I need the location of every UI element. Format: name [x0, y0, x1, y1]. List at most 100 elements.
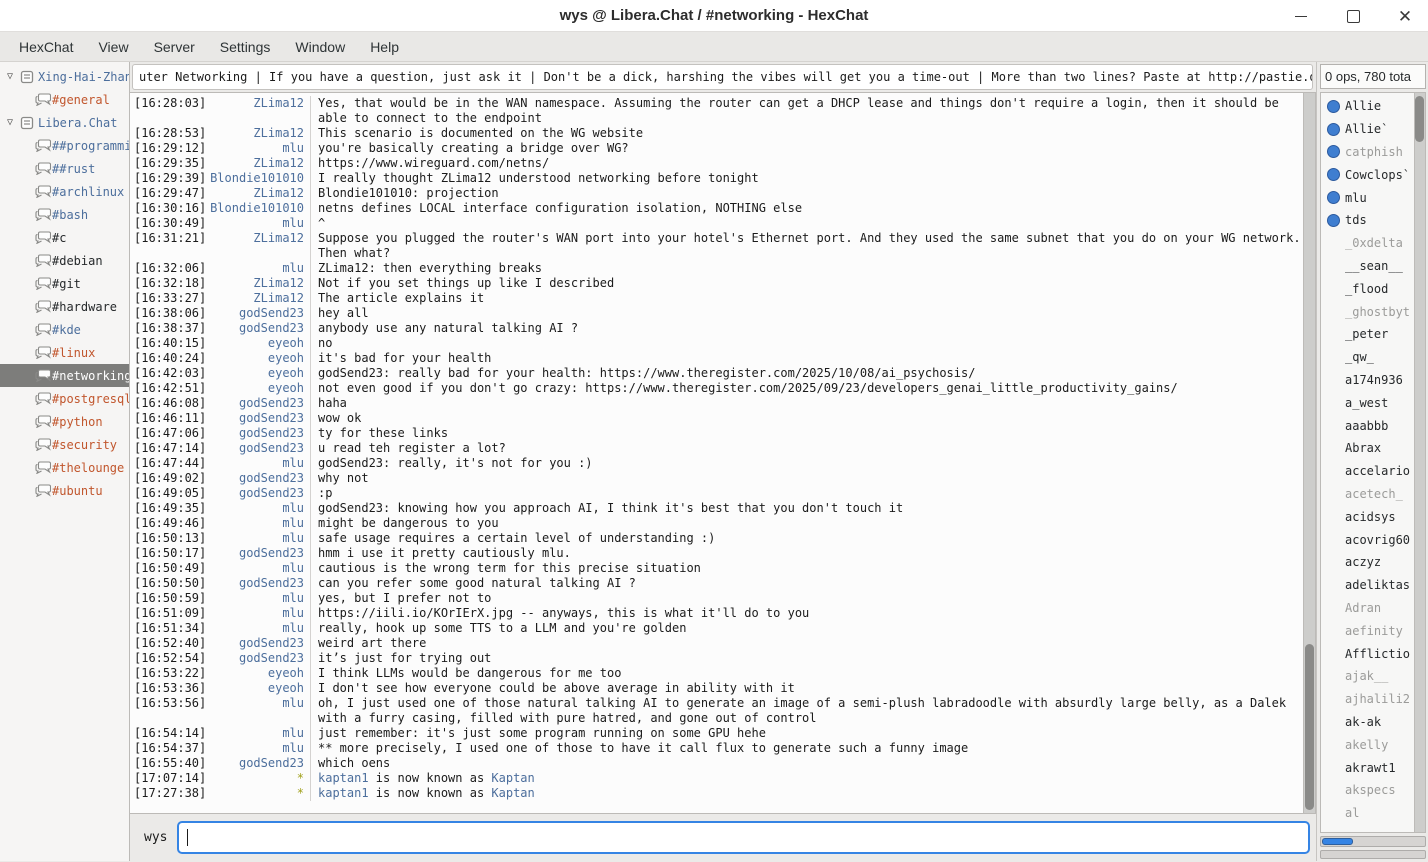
- user-row--qw-[interactable]: _qw_: [1321, 346, 1414, 369]
- user-row-ajak-[interactable]: ajak__: [1321, 665, 1414, 688]
- user-row-a174n936[interactable]: a174n936: [1321, 369, 1414, 392]
- nick[interactable]: eyeoh: [206, 666, 310, 681]
- user-row-aefinity[interactable]: aefinity: [1321, 619, 1414, 642]
- nick[interactable]: godSend23: [206, 426, 310, 441]
- nick-link[interactable]: kaptan1: [318, 786, 376, 800]
- nick[interactable]: ZLima12: [206, 276, 310, 291]
- user-row--0xdelta[interactable]: _0xdelta: [1321, 232, 1414, 255]
- tree-item--hardware[interactable]: #hardware: [0, 295, 129, 318]
- nick[interactable]: godSend23: [206, 396, 310, 411]
- menu-view[interactable]: View: [89, 35, 137, 59]
- user-row-ajhalili2[interactable]: ajhalili2: [1321, 688, 1414, 711]
- nick-link[interactable]: Kaptan: [491, 786, 534, 800]
- user-row--flood[interactable]: _flood: [1321, 277, 1414, 300]
- tree-item--thelounge[interactable]: #thelounge: [0, 456, 129, 479]
- nick[interactable]: godSend23: [206, 486, 310, 501]
- tree-item--networking[interactable]: #networking: [0, 364, 129, 387]
- nick[interactable]: ZLima12: [206, 96, 310, 126]
- user-row-tds[interactable]: tds: [1321, 209, 1414, 232]
- nick[interactable]: mlu: [206, 741, 310, 756]
- nick[interactable]: eyeoh: [206, 681, 310, 696]
- nick[interactable]: mlu: [206, 591, 310, 606]
- nick[interactable]: ZLima12: [206, 291, 310, 306]
- user-row-acidsys[interactable]: acidsys: [1321, 505, 1414, 528]
- tree-item--kde[interactable]: #kde: [0, 318, 129, 341]
- user-row-accelario[interactable]: accelario: [1321, 460, 1414, 483]
- nick[interactable]: godSend23: [206, 306, 310, 321]
- menu-hexchat[interactable]: HexChat: [10, 35, 82, 59]
- nick[interactable]: godSend23: [206, 411, 310, 426]
- nick[interactable]: Blondie101010: [206, 201, 310, 216]
- menu-help[interactable]: Help: [361, 35, 408, 59]
- user-row-allie-[interactable]: Allie`: [1321, 118, 1414, 141]
- tree-item-xing-hai-zhan[interactable]: ▽Xing-Hai-Zhan: [0, 65, 129, 88]
- nick[interactable]: eyeoh: [206, 366, 310, 381]
- nick[interactable]: godSend23: [206, 471, 310, 486]
- nick[interactable]: ZLima12: [206, 186, 310, 201]
- nick[interactable]: ZLima12: [206, 126, 310, 141]
- tree-item--python[interactable]: #python: [0, 410, 129, 433]
- nick-link[interactable]: kaptan1: [318, 771, 376, 785]
- nick[interactable]: mlu: [206, 456, 310, 471]
- tree-item--debian[interactable]: #debian: [0, 249, 129, 272]
- nick[interactable]: eyeoh: [206, 336, 310, 351]
- message-input[interactable]: [177, 821, 1310, 854]
- nick[interactable]: godSend23: [206, 441, 310, 456]
- nick-link[interactable]: Kaptan: [491, 771, 534, 785]
- tree-item-libera-chat[interactable]: ▽Libera.Chat: [0, 111, 129, 134]
- user-row-aczyz[interactable]: aczyz: [1321, 551, 1414, 574]
- tree-item--ubuntu[interactable]: #ubuntu: [0, 479, 129, 502]
- user-row-adran[interactable]: Adran: [1321, 597, 1414, 620]
- tree-item--programming[interactable]: ##programming: [0, 134, 129, 157]
- tree-item--general[interactable]: #general: [0, 88, 129, 111]
- user-row-abrax[interactable]: Abrax: [1321, 437, 1414, 460]
- nick[interactable]: ZLima12: [206, 231, 310, 261]
- nick[interactable]: godSend23: [206, 576, 310, 591]
- user-row-al[interactable]: al: [1321, 802, 1414, 825]
- nick[interactable]: mlu: [206, 726, 310, 741]
- maximize-button[interactable]: [1342, 5, 1364, 27]
- user-row-cowclops-[interactable]: Cowclops`: [1321, 163, 1414, 186]
- user-row-adeliktas[interactable]: adeliktas: [1321, 574, 1414, 597]
- expander-icon[interactable]: ▽: [2, 117, 18, 128]
- user-row-afflictio[interactable]: Afflictio: [1321, 642, 1414, 665]
- user-row-acetech-[interactable]: acetech_: [1321, 483, 1414, 506]
- nick[interactable]: mlu: [206, 606, 310, 621]
- userlist-scrollbar-thumb[interactable]: [1415, 96, 1424, 142]
- user-row-acovrig60[interactable]: acovrig60: [1321, 528, 1414, 551]
- nick[interactable]: eyeoh: [206, 351, 310, 366]
- user-row--peter[interactable]: _peter: [1321, 323, 1414, 346]
- user-row-allie[interactable]: Allie: [1321, 95, 1414, 118]
- chat-scrollbar-thumb[interactable]: [1305, 644, 1314, 810]
- nick[interactable]: mlu: [206, 531, 310, 546]
- user-row-aaabbb[interactable]: aaabbb: [1321, 414, 1414, 437]
- user-row-catphish[interactable]: catphish: [1321, 141, 1414, 164]
- tree-item--rust[interactable]: ##rust: [0, 157, 129, 180]
- tree-item--c[interactable]: #c: [0, 226, 129, 249]
- nick[interactable]: godSend23: [206, 321, 310, 336]
- nick[interactable]: mlu: [206, 216, 310, 231]
- minimize-button[interactable]: [1290, 5, 1312, 27]
- user-row-akspecs[interactable]: akspecs: [1321, 779, 1414, 802]
- nick[interactable]: mlu: [206, 516, 310, 531]
- user-row-mlu[interactable]: mlu: [1321, 186, 1414, 209]
- tree-item--postgresql[interactable]: #postgresql: [0, 387, 129, 410]
- nick[interactable]: mlu: [206, 561, 310, 576]
- tree-item--archlinux[interactable]: #archlinux: [0, 180, 129, 203]
- nick[interactable]: Blondie101010: [206, 171, 310, 186]
- nick[interactable]: godSend23: [206, 756, 310, 771]
- nick[interactable]: mlu: [206, 696, 310, 726]
- nick[interactable]: mlu: [206, 141, 310, 156]
- user-row--ghostbyt[interactable]: _ghostbyt: [1321, 300, 1414, 323]
- user-row--sean-[interactable]: __sean__: [1321, 255, 1414, 278]
- user-row-akelly[interactable]: akelly: [1321, 733, 1414, 756]
- user-row-akrawt1[interactable]: akrawt1: [1321, 756, 1414, 779]
- topic-input[interactable]: uter Networking | If you have a question…: [132, 64, 1313, 90]
- tree-item--git[interactable]: #git: [0, 272, 129, 295]
- close-button[interactable]: ✕: [1394, 5, 1416, 27]
- event-star[interactable]: *: [206, 786, 310, 801]
- event-star[interactable]: *: [206, 771, 310, 786]
- userlist-scrollbar[interactable]: [1414, 93, 1425, 832]
- nick[interactable]: mlu: [206, 501, 310, 516]
- menu-settings[interactable]: Settings: [211, 35, 280, 59]
